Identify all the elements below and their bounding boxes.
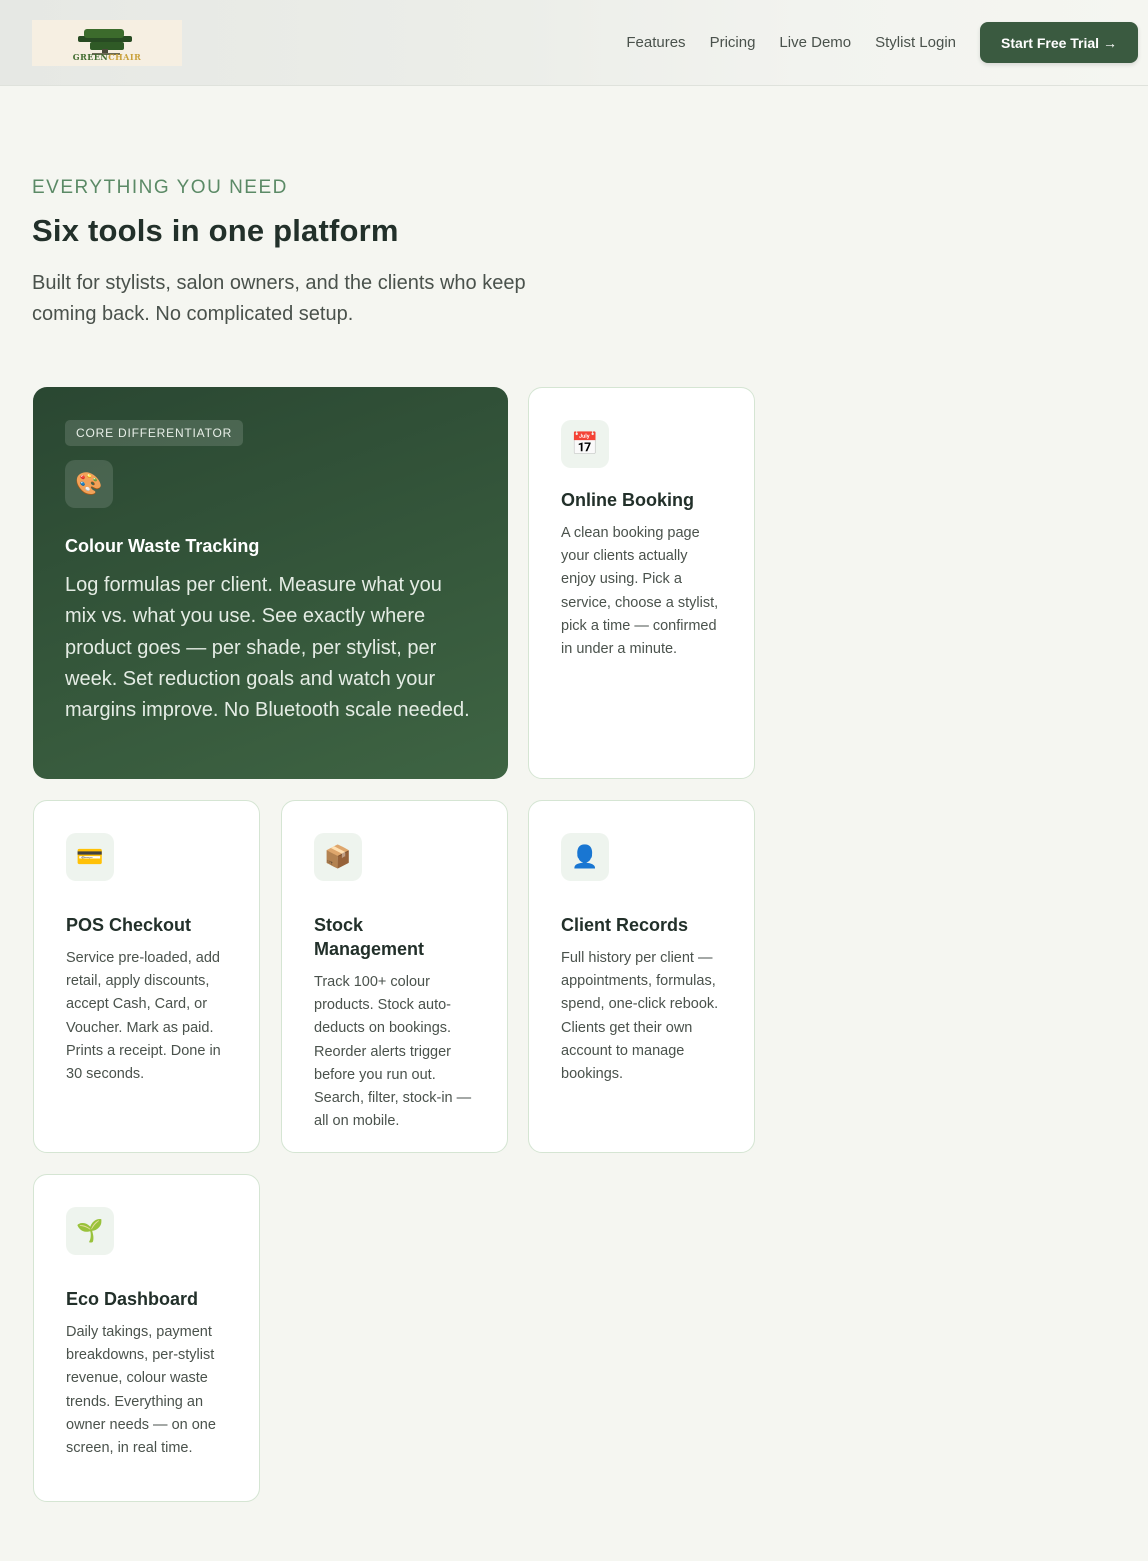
calendar-icon: 📅 — [561, 420, 609, 468]
feature-title: Colour Waste Tracking — [65, 536, 260, 556]
feature-description: Full history per client — appointments, … — [561, 950, 719, 1083]
start-free-trial-button[interactable]: Start Free Trial → — [980, 22, 1138, 63]
feature-description: Log formulas per client. Measure what yo… — [65, 574, 470, 722]
core-differentiator-badge: CORE DIFFERENTIATOR — [65, 420, 244, 446]
feature-description: Daily takings, payment breakdowns, per-s… — [66, 1324, 216, 1457]
nav-stylist-login[interactable]: Stylist Login — [875, 33, 956, 53]
credit-card-icon: 💳 — [66, 833, 114, 881]
feature-description: A clean booking page your clients actual… — [561, 525, 719, 658]
feature-card-client-records: 👤 Client Records Full history per client… — [528, 800, 755, 1153]
feature-title: Stock Management — [314, 915, 425, 959]
feature-card-colour-waste-tracking: CORE DIFFERENTIATOR 🎨 Colour Waste Track… — [33, 387, 508, 779]
feature-title: Online Booking — [561, 490, 694, 510]
feature-card-stock-management: 📦 Stock Management Track 100+ colour pro… — [281, 800, 508, 1153]
feature-description: Track 100+ colour products. Stock auto-d… — [314, 974, 472, 1130]
greenchair-logo[interactable]: GREENCHAIR — [32, 20, 182, 66]
user-icon: 👤 — [561, 833, 609, 881]
feature-card-pos-checkout: 💳 POS Checkout Service pre-loaded, add r… — [33, 800, 260, 1153]
feature-card-online-booking: 📅 Online Booking A clean booking page yo… — [528, 387, 755, 779]
section-subtitle: Built for stylists, salon owners, and th… — [32, 272, 526, 325]
feature-description: Service pre-loaded, add retail, apply di… — [66, 950, 221, 1083]
feature-title: Eco Dashboard — [66, 1289, 199, 1309]
feature-title: POS Checkout — [66, 915, 192, 935]
nav-features[interactable]: Features — [626, 33, 685, 53]
site-header: GREENCHAIR Features Pricing Live Demo St… — [0, 0, 1148, 86]
logo-wordmark: GREENCHAIR — [72, 52, 142, 62]
nav-live-demo[interactable]: Live Demo — [779, 33, 851, 53]
section-title: Six tools in one platform — [32, 213, 399, 248]
feature-title: Client Records — [561, 915, 689, 935]
section-eyebrow: EVERYTHING YOU NEED — [32, 177, 288, 198]
seedling-icon: 🌱 — [66, 1207, 114, 1255]
feature-card-eco-dashboard: 🌱 Eco Dashboard Daily takings, payment b… — [33, 1174, 260, 1502]
palette-icon: 🎨 — [65, 460, 113, 508]
main-nav: Features Pricing Live Demo Stylist Login — [626, 33, 956, 53]
package-icon: 📦 — [314, 833, 362, 881]
nav-pricing[interactable]: Pricing — [710, 33, 756, 53]
